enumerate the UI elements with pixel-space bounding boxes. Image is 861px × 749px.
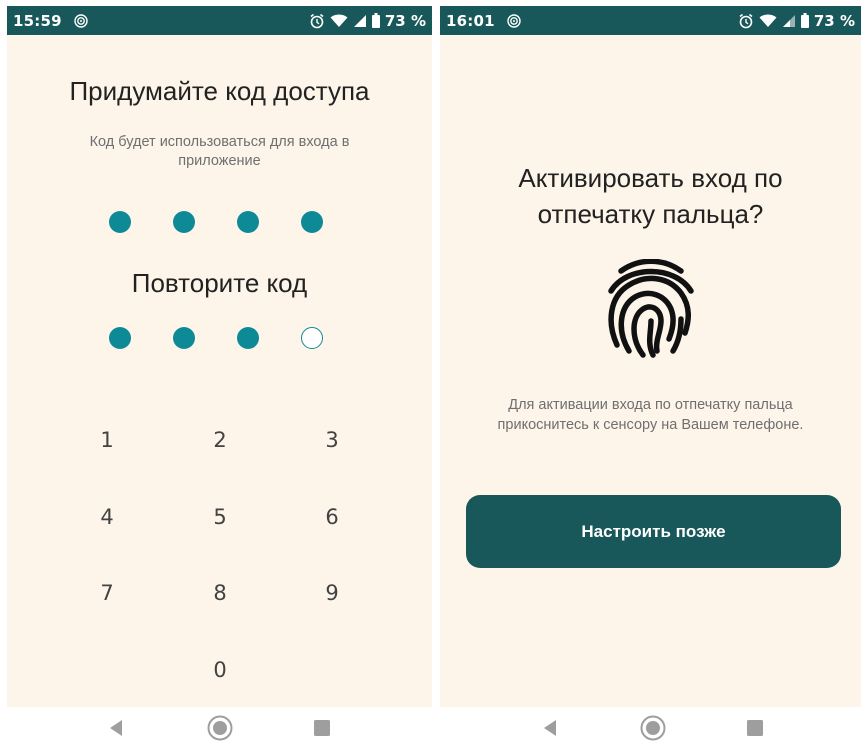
code-dot-filled xyxy=(173,327,195,349)
repeat-code-indicator xyxy=(7,327,432,362)
key-6[interactable]: 6 xyxy=(302,492,362,542)
code-indicator xyxy=(7,211,432,246)
status-time: 16:01 xyxy=(446,11,495,30)
wifi-icon xyxy=(330,13,348,28)
key-9[interactable]: 9 xyxy=(302,568,362,618)
battery-icon xyxy=(800,13,809,28)
description-line: прикоснитесь к сенсору на Вашем телефоне… xyxy=(497,417,804,433)
navigation-bar xyxy=(7,707,432,749)
fingerprint-icon xyxy=(605,258,697,359)
key-3[interactable]: 3 xyxy=(302,415,362,465)
battery-percent: 73 % xyxy=(813,11,855,30)
key-5[interactable]: 5 xyxy=(190,492,250,542)
notification-icon xyxy=(507,13,521,28)
notification-icon xyxy=(74,13,88,28)
page-subtitle: Код будет использоваться для входа в при… xyxy=(89,134,350,169)
code-dot-filled xyxy=(173,211,195,233)
key-0[interactable]: 0 xyxy=(190,645,250,695)
recents-icon[interactable] xyxy=(747,720,763,736)
code-dot-empty xyxy=(301,327,323,349)
screenshot-canvas: 15:59 73 % Придумайте код доступа Код бу… xyxy=(0,0,861,749)
status-time: 15:59 xyxy=(13,11,62,30)
wifi-icon xyxy=(759,13,777,28)
key-1[interactable]: 1 xyxy=(77,415,137,465)
status-bar: 15:59 73 % xyxy=(7,6,432,35)
code-dot-filled xyxy=(237,211,259,233)
setup-later-button[interactable]: Настроить позже xyxy=(466,495,841,568)
navigation-bar xyxy=(440,707,861,749)
description-line: Для активации входа по отпечатку пальца xyxy=(508,397,793,413)
signal-icon xyxy=(782,14,796,28)
battery-percent: 73 % xyxy=(384,11,426,30)
fingerprint-description: Для активации входа по отпечатку пальца … xyxy=(460,395,841,435)
code-dot-filled xyxy=(301,211,323,233)
alarm-icon xyxy=(309,13,325,29)
repeat-code-title: Повторите код xyxy=(131,268,308,298)
code-dot-filled xyxy=(237,327,259,349)
title-line: отпечатку пальца? xyxy=(537,199,764,229)
page-title: Придумайте код доступа xyxy=(69,76,370,106)
code-dot-filled xyxy=(109,211,131,233)
home-icon[interactable] xyxy=(207,715,233,741)
status-bar: 16:01 73 % xyxy=(440,6,861,35)
title-line: Активировать вход по xyxy=(518,163,783,193)
key-2[interactable]: 2 xyxy=(190,415,250,465)
key-7[interactable]: 7 xyxy=(77,568,137,618)
key-8[interactable]: 8 xyxy=(190,568,250,618)
key-4[interactable]: 4 xyxy=(77,492,137,542)
battery-icon xyxy=(371,13,380,28)
back-icon[interactable] xyxy=(108,719,124,737)
signal-icon xyxy=(353,14,367,28)
home-icon[interactable] xyxy=(640,715,666,741)
back-icon[interactable] xyxy=(542,719,558,737)
recents-icon[interactable] xyxy=(314,720,330,736)
alarm-icon xyxy=(738,13,754,29)
pin-setup-screen: 15:59 73 % Придумайте код доступа Код бу… xyxy=(7,6,432,749)
page-title: Активировать вход по отпечатку пальца? xyxy=(440,160,861,232)
code-dot-filled xyxy=(109,327,131,349)
fingerprint-setup-screen: 16:01 73 % Активировать вход по отпечатк… xyxy=(440,6,861,749)
